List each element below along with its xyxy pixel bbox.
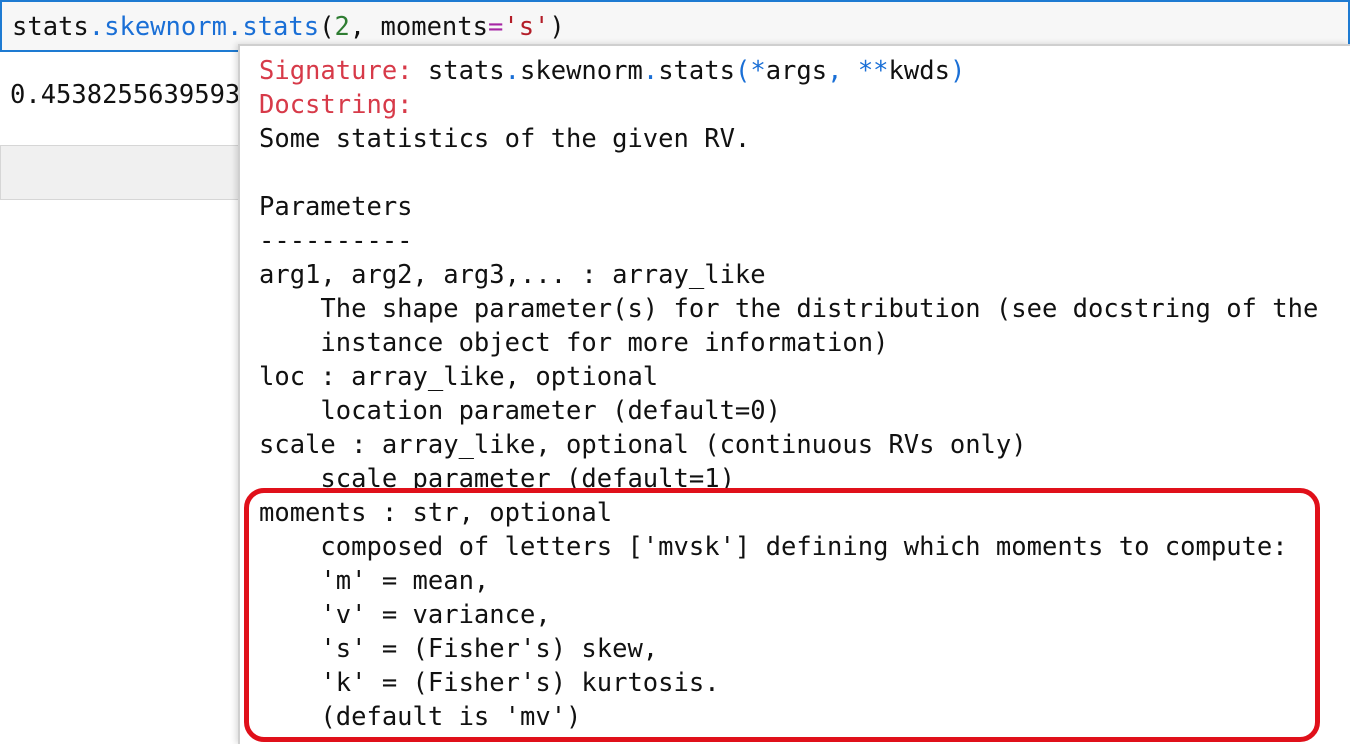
signature-args: args [765,56,828,86]
docstring-line: scale parameter (default=1) [259,464,735,494]
signature-function: stats [658,56,735,86]
code-token-string: 's' [503,12,550,42]
code-token-var: stats [12,12,89,42]
code-input-line[interactable]: stats.skewnorm.stats(2, moments='s') [12,8,565,46]
signature-module: skewnorm [520,56,643,86]
docstring-line: 's' = (Fisher's) skew, [259,634,659,664]
signature-dot: . [642,56,659,86]
docstring-line: instance object for more information) [259,328,889,358]
signature-text: stats [412,56,505,86]
signature-line: Signature: stats.skewnorm.stats(*args, *… [259,54,1318,88]
docstring-line: 'v' = variance, [259,600,551,630]
code-token-number: 2 [334,12,350,42]
docstring-line: composed of letters ['mvsk'] defining wh… [259,532,1288,562]
tooltip-content: Signature: stats.skewnorm.stats(*args, *… [259,54,1318,734]
code-token-function: stats [242,12,320,42]
code-token-comma: , [349,12,381,42]
signature-comma: , [827,56,858,86]
code-token-equals: = [487,12,504,42]
signature-paren: ) [949,56,966,86]
signature-star: ** [857,56,889,86]
docstring-tooltip: Signature: stats.skewnorm.stats(*args, *… [238,44,1350,744]
docstring-line: Some statistics of the given RV. [259,124,751,154]
signature-paren: ( [734,56,751,86]
code-token-keyword-arg: moments [380,12,488,42]
code-token-paren: ( [319,12,335,42]
cell-output: 0.4538255639593 [10,80,241,110]
signature-label: Signature: [259,56,413,86]
code-token-paren: ) [549,12,565,42]
docstring-line: (default is 'mv') [259,702,582,732]
docstring-line: Parameters [259,192,413,222]
docstring-line: 'k' = (Fisher's) kurtosis. [259,668,720,698]
docstring-label: Docstring: [259,90,413,120]
code-token-dot: . [88,12,105,42]
docstring-line: The shape parameter(s) for the distribut… [259,294,1319,324]
signature-star: * [750,56,766,86]
code-token-dot: . [226,12,243,42]
docstring-line: location parameter (default=0) [259,396,781,426]
docstring-line: moments : str, optional [259,498,613,528]
docstring-line: 'm' = mean, [259,566,490,596]
signature-dot: . [504,56,521,86]
signature-kwds: kwds [888,56,950,86]
docstring-line: scale : array_like, optional (continuous… [259,430,1027,460]
docstring-line: loc : array_like, optional [259,362,659,392]
code-token-module: skewnorm [104,12,227,42]
docstring-line [259,156,1318,190]
docstring-line: arg1, arg2, arg3,... : array_like [259,260,766,290]
docstring-line: ---------- [259,226,413,256]
